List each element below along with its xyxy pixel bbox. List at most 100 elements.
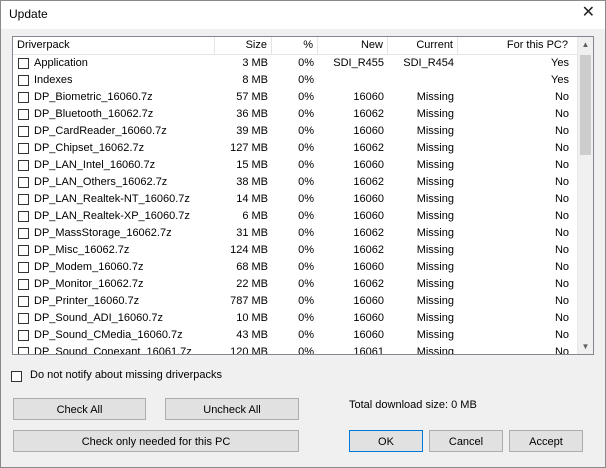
new-version-cell: 16062	[353, 108, 384, 120]
row-checkbox[interactable]	[18, 347, 29, 354]
list-item[interactable]: DP_CardReader_16060.7z 39 MB 0% 16060 Missin…	[13, 123, 578, 140]
list-item[interactable]: DP_Chipset_16062.7z 127 MB 0% 16062 Missing N…	[13, 140, 578, 157]
percent-cell: 0%	[298, 227, 314, 239]
row-checkbox[interactable]	[18, 75, 29, 86]
driverpack-name-cell: DP_Monitor_16062.7z	[34, 278, 144, 290]
size-cell: 43 MB	[236, 329, 268, 341]
size-cell: 8 MB	[242, 74, 268, 86]
ok-button[interactable]: OK	[349, 430, 423, 452]
current-version-cell: Missing	[416, 244, 454, 256]
list-item[interactable]: DP_LAN_Realtek-NT_16060.7z 14 MB 0% 16060 Mi…	[13, 191, 578, 208]
scroll-down-icon[interactable]: ▼	[578, 339, 593, 354]
row-checkbox[interactable]	[18, 245, 29, 256]
current-version-cell: Missing	[416, 278, 454, 290]
list-header: Driverpack Size % New Current For this P…	[13, 37, 578, 55]
check-needed-button[interactable]: Check only needed for this PC	[13, 430, 299, 452]
list-item[interactable]: DP_Biometric_16060.7z 57 MB 0% 16060 Missing…	[13, 89, 578, 106]
list-item[interactable]: DP_Misc_16062.7z 124 MB 0% 16062 Missing No	[13, 242, 578, 259]
for-this-pc-cell: Yes	[551, 74, 569, 86]
row-checkbox[interactable]	[18, 313, 29, 324]
new-version-cell: 16060	[353, 329, 384, 341]
driverpack-name-cell: DP_Biometric_16060.7z	[34, 91, 153, 103]
list-item[interactable]: DP_Sound_Conexant_16061.7z 120 MB 0% 16061 M…	[13, 344, 578, 355]
new-version-cell: SDI_R455	[333, 57, 384, 69]
column-header-size[interactable]: Size	[215, 37, 272, 54]
percent-cell: 0%	[298, 159, 314, 171]
list-item[interactable]: Application 3 MB 0% SDI_R455 SDI_R454 Yes	[13, 55, 578, 72]
list-item[interactable]: DP_Monitor_16062.7z 22 MB 0% 16062 Missing No	[13, 276, 578, 293]
percent-cell: 0%	[298, 74, 314, 86]
row-checkbox[interactable]	[18, 160, 29, 171]
current-version-cell: SDI_R454	[403, 57, 454, 69]
driverpack-list[interactable]: Driverpack Size % New Current For this P…	[12, 36, 594, 355]
percent-cell: 0%	[298, 329, 314, 341]
new-version-cell: 16060	[353, 125, 384, 137]
percent-cell: 0%	[298, 278, 314, 290]
row-checkbox[interactable]	[18, 177, 29, 188]
accept-button[interactable]: Accept	[509, 430, 583, 452]
column-header-percent[interactable]: %	[272, 37, 318, 54]
scroll-up-icon[interactable]: ▲	[578, 37, 593, 52]
list-item[interactable]: DP_LAN_Intel_16060.7z 15 MB 0% 16060 Missing…	[13, 157, 578, 174]
for-this-pc-cell: No	[554, 210, 569, 222]
row-checkbox[interactable]	[18, 92, 29, 103]
percent-cell: 0%	[298, 91, 314, 103]
for-this-pc-cell: No	[554, 346, 569, 355]
list-item[interactable]: DP_Bluetooth_16062.7z 36 MB 0% 16062 Missing…	[13, 106, 578, 123]
size-cell: 10 MB	[236, 312, 268, 324]
size-cell: 57 MB	[236, 91, 268, 103]
row-checkbox[interactable]	[18, 58, 29, 69]
close-icon[interactable]: ✕	[582, 5, 595, 21]
cancel-button[interactable]: Cancel	[429, 430, 503, 452]
driverpack-name-cell: DP_MassStorage_16062.7z	[34, 227, 172, 239]
scroll-thumb[interactable]	[580, 55, 591, 155]
percent-cell: 0%	[298, 193, 314, 205]
percent-cell: 0%	[298, 346, 314, 355]
column-header-driverpack[interactable]: Driverpack	[13, 37, 215, 54]
uncheck-all-button[interactable]: Uncheck All	[165, 398, 299, 420]
row-checkbox[interactable]	[18, 109, 29, 120]
row-checkbox[interactable]	[18, 330, 29, 341]
row-checkbox[interactable]	[18, 296, 29, 307]
vertical-scrollbar[interactable]: ▲ ▼	[577, 37, 593, 354]
row-checkbox[interactable]	[18, 194, 29, 205]
list-item[interactable]: Indexes 8 MB 0% Yes	[13, 72, 578, 89]
check-all-button[interactable]: Check All	[13, 398, 146, 420]
window-title: Update	[9, 7, 48, 21]
current-version-cell: Missing	[416, 142, 454, 154]
row-checkbox[interactable]	[18, 262, 29, 273]
new-version-cell: 16062	[353, 142, 384, 154]
column-header-for-this-pc[interactable]: For this PC?	[458, 37, 578, 54]
total-download-size: Total download size: 0 MB	[349, 399, 477, 411]
driverpack-name-cell: DP_Chipset_16062.7z	[34, 142, 145, 154]
row-checkbox[interactable]	[18, 279, 29, 290]
new-version-cell: 16062	[353, 278, 384, 290]
driverpack-name-cell: DP_Sound_Conexant_16061.7z	[34, 346, 192, 355]
for-this-pc-cell: No	[554, 312, 569, 324]
row-checkbox[interactable]	[18, 211, 29, 222]
list-item[interactable]: DP_MassStorage_16062.7z 31 MB 0% 16062 Missi…	[13, 225, 578, 242]
current-version-cell: Missing	[416, 91, 454, 103]
for-this-pc-cell: No	[554, 329, 569, 341]
size-cell: 22 MB	[236, 278, 268, 290]
list-item[interactable]: DP_Sound_ADI_16060.7z 10 MB 0% 16060 Missing…	[13, 310, 578, 327]
size-cell: 6 MB	[242, 210, 268, 222]
size-cell: 120 MB	[230, 346, 268, 355]
list-item[interactable]: DP_Printer_16060.7z 787 MB 0% 16060 Missing N…	[13, 293, 578, 310]
row-checkbox[interactable]	[18, 126, 29, 137]
row-checkbox[interactable]	[18, 143, 29, 154]
column-header-new[interactable]: New	[318, 37, 388, 54]
column-header-current[interactable]: Current	[388, 37, 458, 54]
update-dialog: Update ✕ Driverpack Size % New Current F…	[0, 0, 606, 468]
percent-cell: 0%	[298, 125, 314, 137]
list-item[interactable]: DP_LAN_Realtek-XP_16060.7z 6 MB 0% 16060 Mis…	[13, 208, 578, 225]
size-cell: 68 MB	[236, 261, 268, 273]
row-checkbox[interactable]	[18, 228, 29, 239]
list-item[interactable]: DP_Sound_CMedia_16060.7z 43 MB 0% 16060 Miss…	[13, 327, 578, 344]
list-item[interactable]: DP_Modem_16060.7z 68 MB 0% 16060 Missing No	[13, 259, 578, 276]
size-cell: 787 MB	[230, 295, 268, 307]
list-item[interactable]: DP_LAN_Others_16062.7z 38 MB 0% 16062 Missin…	[13, 174, 578, 191]
new-version-cell: 16060	[353, 210, 384, 222]
notify-checkbox[interactable]	[11, 371, 22, 382]
size-cell: 15 MB	[236, 159, 268, 171]
